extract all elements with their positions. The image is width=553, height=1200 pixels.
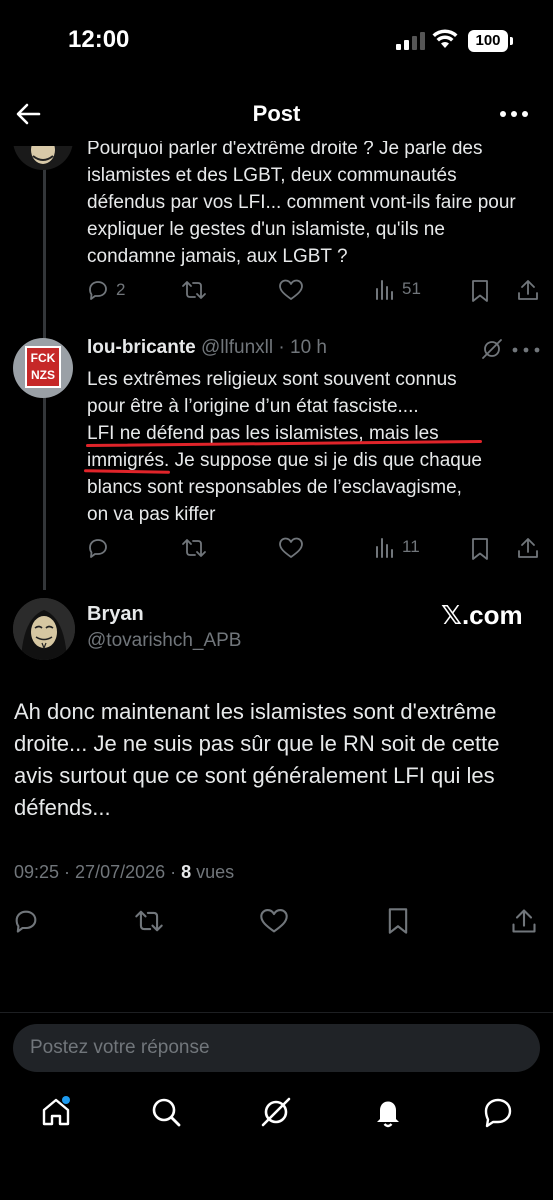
tweet-actions: 11 bbox=[86, 536, 541, 564]
reply-icon bbox=[89, 539, 107, 558]
more-options-icon[interactable] bbox=[498, 102, 530, 126]
tweet-line: blancs sont responsables de l’esclavagis… bbox=[87, 477, 462, 498]
like-button[interactable] bbox=[278, 536, 304, 560]
tweet-metadata: 09:25 · 27/07/2026 · 8 vues bbox=[14, 862, 234, 883]
share-icon[interactable] bbox=[516, 278, 540, 302]
tweet-line: pour être à l’origine d’un état fasciste… bbox=[87, 396, 419, 417]
tweet-time: · 10 h bbox=[278, 337, 327, 358]
reply-button[interactable] bbox=[86, 536, 110, 560]
views-chart-icon bbox=[376, 280, 393, 300]
heart-icon bbox=[279, 537, 303, 558]
bottom-nav bbox=[0, 1095, 553, 1143]
reply-placeholder: Postez votre réponse bbox=[30, 1037, 210, 1058]
heart-icon[interactable] bbox=[259, 907, 289, 935]
user-handle[interactable]: @llfunxll bbox=[201, 337, 273, 358]
tweet-text: Les extrêmes religieux sont souvent conn… bbox=[87, 366, 532, 528]
divider bbox=[0, 1012, 553, 1013]
status-time: 12:00 bbox=[68, 26, 130, 53]
main-tweet-actions bbox=[12, 905, 540, 937]
repost-button[interactable] bbox=[181, 278, 207, 302]
user-handle[interactable]: @tovarishch_APB bbox=[87, 630, 241, 652]
views-chart-icon bbox=[376, 538, 393, 558]
display-name[interactable]: Bryan bbox=[87, 603, 144, 626]
like-button[interactable] bbox=[278, 278, 304, 302]
avatar[interactable] bbox=[13, 598, 75, 660]
tweet-text: Ah donc maintenant les islamistes sont d… bbox=[14, 699, 500, 820]
tweet-datetime: 09:25 · 27/07/2026 · bbox=[14, 862, 182, 882]
repost-icon bbox=[182, 539, 206, 557]
repost-icon[interactable] bbox=[134, 907, 164, 935]
reply-icon[interactable] bbox=[12, 907, 40, 935]
status-bar: 12:00 100 bbox=[0, 0, 553, 84]
display-name[interactable]: lou-bricante bbox=[87, 337, 196, 358]
tweet-text: Pourquoi parler d'extrême droite ? Je pa… bbox=[87, 138, 516, 267]
views-button[interactable]: 51 bbox=[374, 278, 421, 300]
messages-icon[interactable] bbox=[481, 1095, 515, 1129]
wifi-icon bbox=[432, 29, 458, 48]
battery-nub bbox=[510, 37, 513, 45]
xcom-watermark: 𝕏.com bbox=[441, 600, 523, 630]
reply-button[interactable]: 2 bbox=[86, 278, 125, 302]
share-icon[interactable] bbox=[510, 907, 538, 935]
views-count: 11 bbox=[402, 537, 420, 556]
header: Post bbox=[0, 84, 553, 146]
avatar[interactable]: FCK NZS bbox=[13, 338, 73, 398]
reply-icon bbox=[89, 281, 107, 300]
reply-count: 2 bbox=[116, 280, 126, 299]
views-count: 8 bbox=[181, 862, 192, 882]
tweet-line: on va pas kiffer bbox=[87, 504, 216, 525]
tweet-actions: 2 51 bbox=[86, 278, 541, 306]
reply-input[interactable]: Postez votre réponse bbox=[13, 1024, 540, 1072]
grok-icon[interactable] bbox=[259, 1095, 293, 1129]
views-label: vues bbox=[191, 862, 235, 882]
more-options-icon[interactable] bbox=[512, 347, 540, 353]
bookmark-icon[interactable] bbox=[470, 537, 490, 561]
home-notification-dot bbox=[62, 1096, 70, 1104]
views-button[interactable]: 11 bbox=[374, 536, 420, 558]
search-icon[interactable] bbox=[149, 1095, 183, 1129]
page-title: Post bbox=[252, 101, 301, 126]
repost-button[interactable] bbox=[181, 536, 207, 560]
share-icon[interactable] bbox=[516, 536, 540, 560]
notifications-icon[interactable] bbox=[371, 1095, 405, 1129]
grok-icon[interactable] bbox=[481, 338, 503, 360]
cellular-signal-icon bbox=[396, 32, 425, 50]
tweet-line: Les extrêmes religieux sont souvent conn… bbox=[87, 369, 457, 390]
tweet-header: lou-bricante @llfunxll · 10 h bbox=[87, 337, 327, 359]
bookmark-icon[interactable] bbox=[470, 279, 490, 303]
repost-icon bbox=[182, 281, 206, 299]
bookmark-icon[interactable] bbox=[386, 907, 410, 935]
heart-icon bbox=[279, 279, 303, 300]
battery-indicator: 100 bbox=[468, 30, 508, 52]
views-count: 51 bbox=[402, 279, 421, 298]
avatar-sticker-text: FCK NZS bbox=[25, 346, 61, 388]
